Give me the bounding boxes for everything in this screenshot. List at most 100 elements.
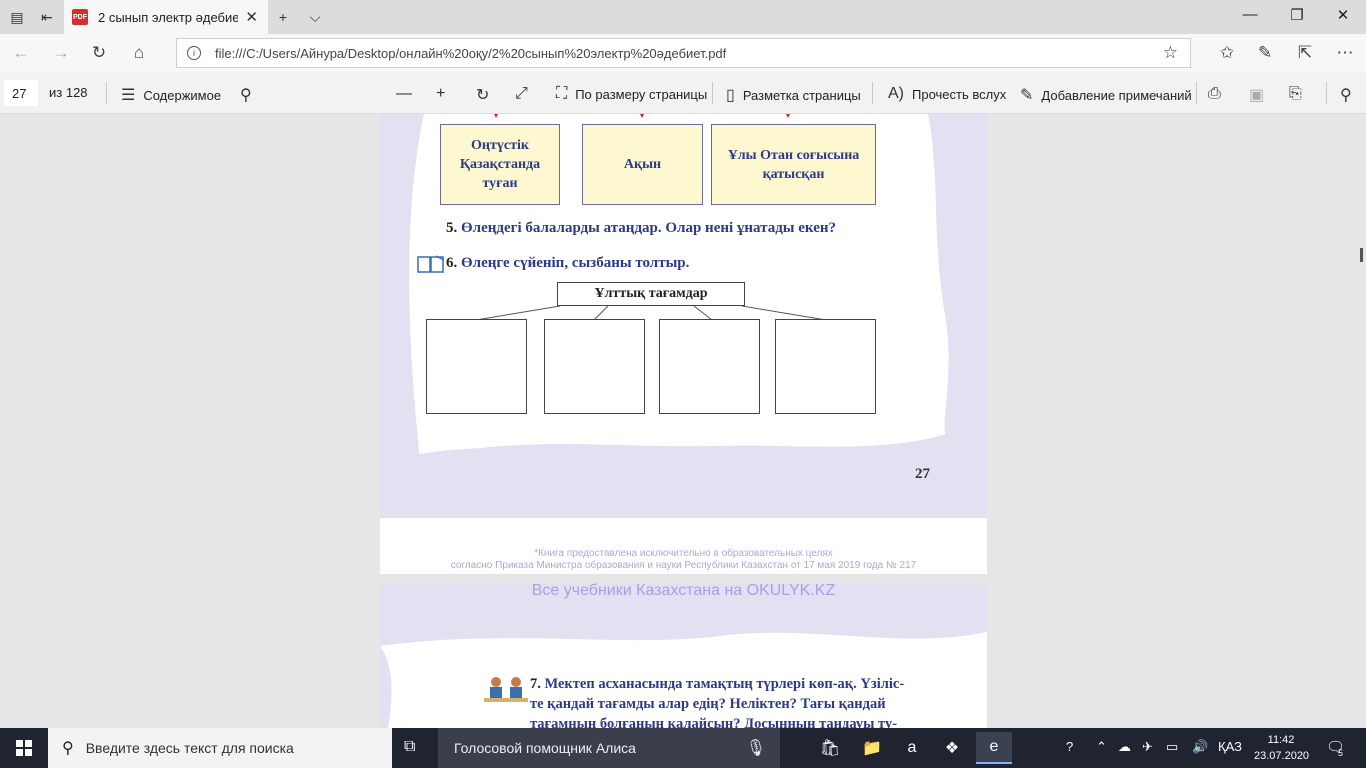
task-6: 6. Өлеңге сүйеніп, сызбаны толтыр. bbox=[446, 255, 689, 272]
task-6-number: 6. bbox=[446, 255, 458, 271]
minimize-icon[interactable]: — bbox=[1240, 6, 1260, 23]
start-button[interactable] bbox=[0, 728, 48, 768]
close-tab-icon[interactable]: ✕ bbox=[245, 8, 258, 26]
share-icon[interactable]: ⇱ bbox=[1294, 42, 1316, 64]
page-layout-button[interactable]: ▯ Разметка страницы bbox=[726, 85, 861, 105]
arrow-down-icon bbox=[785, 114, 791, 118]
volume-icon[interactable]: 🔊 bbox=[1192, 739, 1208, 755]
windows-logo-icon bbox=[16, 740, 32, 756]
contents-button[interactable]: ☰ Содержимое bbox=[121, 85, 221, 105]
url-text: file:///C:/Users/Айнура/Desktop/онлайн%2… bbox=[215, 45, 727, 61]
save-button[interactable]: ▣ bbox=[1249, 85, 1272, 105]
pdf-toolbar: 27 из 128 ☰ Содержимое ⚲ — + ↻ ⤢ ⛶ По ра… bbox=[0, 72, 1366, 114]
battery-icon[interactable]: ▭ bbox=[1166, 739, 1178, 755]
amazon-icon[interactable]: a bbox=[894, 732, 930, 764]
info-icon[interactable]: i bbox=[187, 46, 201, 60]
maximize-icon[interactable]: ❐ bbox=[1287, 6, 1307, 24]
rotate-button[interactable]: ↻ bbox=[476, 85, 497, 105]
clock-date: 23.07.2020 bbox=[1254, 750, 1310, 762]
cloud-icon[interactable]: ☁ bbox=[1118, 739, 1131, 755]
children-icon bbox=[484, 677, 528, 702]
set-aside-tabs-icon[interactable]: ⇤ bbox=[36, 7, 58, 27]
print-icon: ⎙ bbox=[1208, 85, 1221, 102]
notes-pen-icon[interactable]: ✎ bbox=[1254, 42, 1276, 64]
rotate-icon: ↻ bbox=[476, 87, 490, 104]
help-icon[interactable]: ? bbox=[1066, 739, 1073, 754]
page-number: 27 bbox=[915, 466, 930, 482]
scrollbar-thumb[interactable] bbox=[1360, 248, 1363, 262]
task-5-number: 5. bbox=[446, 220, 458, 236]
notification-count: 5 bbox=[1338, 748, 1344, 758]
divider bbox=[1196, 82, 1197, 104]
show-hidden-icons-chevron[interactable]: ⌃ bbox=[1096, 739, 1107, 755]
taskbar-search-input[interactable]: ⚲ Введите здесь текст для поиска bbox=[48, 728, 392, 768]
assistant-label: Голосовой помощник Алиса bbox=[454, 740, 636, 756]
close-window-icon[interactable]: ✕ bbox=[1333, 6, 1353, 24]
search-button[interactable]: ⚲ bbox=[240, 85, 260, 105]
fit-page-button[interactable]: ⛶ По размеру страницы bbox=[556, 85, 707, 103]
task-7-line-2: те қандай тағамды алар едің? Неліктен? Т… bbox=[530, 696, 886, 712]
fullscreen-button[interactable]: ⤢ bbox=[515, 85, 536, 103]
page-total: из 128 bbox=[49, 85, 88, 100]
contents-label: Содержимое bbox=[143, 87, 222, 103]
airplane-icon[interactable]: ✈ bbox=[1142, 739, 1153, 755]
book-icon bbox=[417, 255, 445, 273]
add-notes-button[interactable]: ✎ Добавление примечаний bbox=[1020, 85, 1192, 105]
tab-actions-icon[interactable]: ▤ bbox=[6, 7, 28, 27]
tab-list-chevron-icon[interactable]: ⌵ bbox=[304, 7, 326, 27]
divider bbox=[712, 82, 713, 104]
language-indicator[interactable]: ҚАЗ bbox=[1218, 739, 1242, 754]
print-button[interactable]: ⎙ bbox=[1208, 85, 1229, 103]
task-view-icon[interactable]: ⧉ bbox=[404, 738, 415, 756]
tab-bar: ▤ ⇤ PDF 2 сынып электр әдебиет ✕ + ⌵ — ❐… bbox=[0, 0, 1366, 34]
answer-box-3[interactable] bbox=[659, 319, 760, 414]
pdf-viewer[interactable]: Оңтүстік Қазақстанда туған Ақын Ұлы Отан… bbox=[0, 114, 1366, 728]
dropbox-icon[interactable]: ❖ bbox=[934, 732, 970, 764]
address-bar[interactable]: i file:///C:/Users/Айнура/Desktop/онлайн… bbox=[176, 38, 1191, 68]
clock-time: 11:42 bbox=[1267, 734, 1295, 746]
pin-toolbar-button[interactable]: ⚲ bbox=[1340, 85, 1360, 105]
arrow-down-icon bbox=[493, 114, 499, 118]
microphone-icon[interactable]: 🎙 bbox=[746, 738, 766, 758]
divider bbox=[1326, 82, 1327, 104]
save-as-icon: ⎘ bbox=[1289, 85, 1302, 102]
notice-line-1: *Книга предоставлена исключительно в обр… bbox=[534, 548, 833, 559]
page-layout-icon: ▯ bbox=[726, 87, 735, 104]
edge-browser-icon[interactable]: e bbox=[976, 732, 1012, 764]
task-7-number: 7. bbox=[530, 676, 541, 692]
refresh-icon[interactable]: ↻ bbox=[88, 42, 110, 64]
voice-assistant-box[interactable]: Голосовой помощник Алиса 🎙 bbox=[438, 728, 780, 768]
expand-icon: ⤢ bbox=[515, 85, 528, 102]
home-icon[interactable]: ⌂ bbox=[128, 42, 150, 64]
back-icon[interactable]: ← bbox=[10, 42, 32, 64]
divider bbox=[106, 82, 107, 104]
answer-box-2[interactable] bbox=[544, 319, 645, 414]
answer-box-1[interactable] bbox=[426, 319, 527, 414]
task-5: 5. Өлеңдегі балаларды атаңдар. Олар нені… bbox=[446, 220, 836, 237]
tab-active[interactable]: PDF 2 сынып электр әдебиет ✕ bbox=[64, 0, 268, 34]
zoom-in-button[interactable]: + bbox=[436, 85, 453, 103]
arrow-down-icon bbox=[639, 114, 645, 118]
answer-box-4[interactable] bbox=[775, 319, 876, 414]
favorites-icon[interactable]: ✩ bbox=[1216, 42, 1238, 64]
page-number-input[interactable]: 27 bbox=[4, 80, 38, 106]
plus-icon: + bbox=[436, 85, 446, 102]
file-explorer-icon[interactable]: 📁 bbox=[854, 732, 890, 764]
store-icon[interactable]: 🛍 bbox=[812, 732, 848, 764]
zoom-out-button[interactable]: — bbox=[396, 85, 420, 103]
task-6-text: Өлеңге сүйеніп, сызбаны толтыр. bbox=[461, 255, 690, 271]
pdf-icon: PDF bbox=[72, 9, 88, 25]
pdf-page-27: Оңтүстік Қазақстанда туған Ақын Ұлы Отан… bbox=[380, 114, 987, 518]
fit-page-icon: ⛶ bbox=[556, 85, 568, 102]
system-clock[interactable]: 11:42 23.07.2020 bbox=[1254, 732, 1310, 764]
task-7-line-3: тағамның болғанын қалайсың? Досыңның таң… bbox=[530, 716, 898, 728]
new-tab-icon[interactable]: + bbox=[272, 7, 294, 27]
more-menu-icon[interactable]: ⋯ bbox=[1334, 42, 1356, 64]
tab-title: 2 сынып электр әдебиет bbox=[98, 9, 238, 25]
task-7-line-1: Мектеп асханасында тамақтың түрлері көп-… bbox=[544, 676, 905, 692]
forward-icon[interactable]: → bbox=[50, 42, 72, 64]
save-as-button[interactable]: ⎘ bbox=[1289, 85, 1310, 103]
read-aloud-button[interactable]: A) Прочесть вслух bbox=[888, 85, 1006, 103]
favorite-star-icon[interactable]: ☆ bbox=[1163, 43, 1178, 63]
save-icon: ▣ bbox=[1249, 87, 1265, 104]
